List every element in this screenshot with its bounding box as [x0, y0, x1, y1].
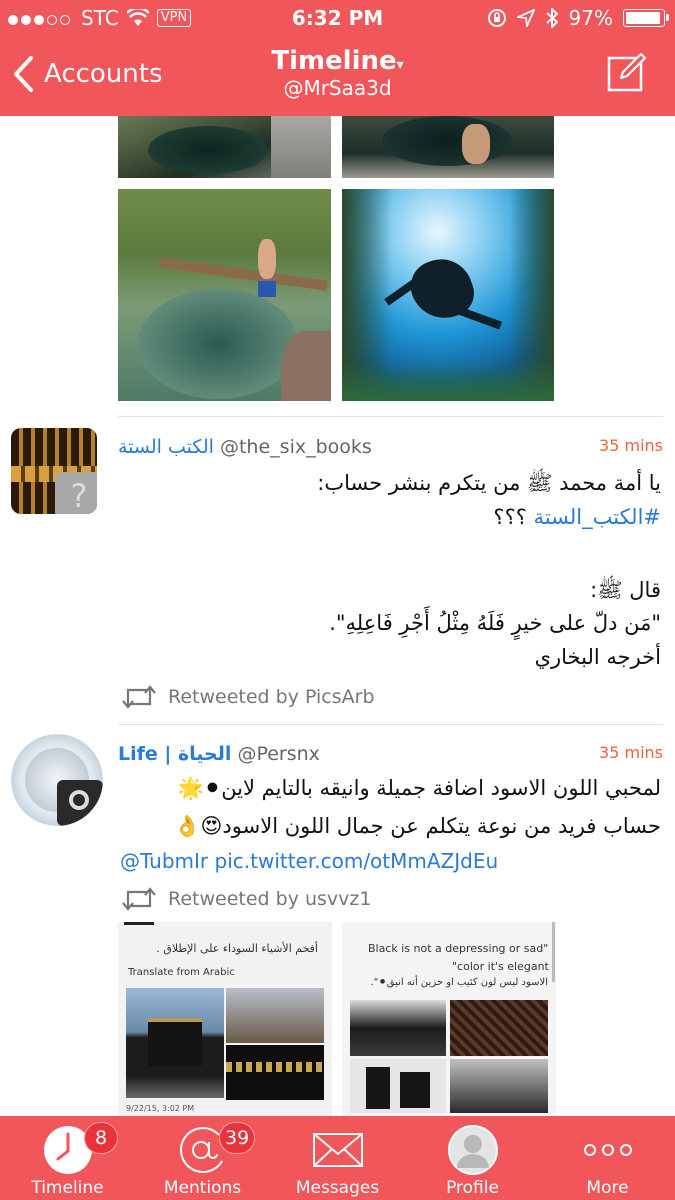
tab-timeline[interactable]: 8 Timeline — [0, 1116, 135, 1200]
user-handle: @Persnx — [237, 743, 320, 765]
tweet-author[interactable]: Life | الحياة @Persnx — [118, 743, 320, 765]
hashtag-suffix: ؟؟؟ — [493, 505, 534, 529]
question-badge-icon: ? — [55, 472, 97, 514]
retweet-icon — [122, 887, 156, 911]
tweet-photo[interactable]: Black is not a depressing or sad" "color… — [342, 922, 556, 1116]
envelope-icon — [312, 1133, 363, 1167]
retweet-info: Retweeted by PicsArb — [120, 684, 375, 710]
tweet-text-line: لمحبي اللون الاسود اضافة جميلة وانيقه با… — [177, 776, 661, 800]
tab-messages[interactable]: Messages — [270, 1116, 405, 1200]
tweet-link[interactable]: @TubmIr pic.twitter.com/otMmAZJdEu — [120, 849, 498, 873]
avatar[interactable]: ? — [11, 428, 97, 514]
tab-label: Messages — [295, 1178, 380, 1198]
mentions-badge: 39 — [219, 1122, 256, 1154]
rotation-lock-icon — [487, 9, 506, 27]
retweet-info: Retweeted by usvvz1 — [120, 886, 371, 912]
retweet-icon — [122, 685, 156, 709]
profile-avatar-icon — [447, 1125, 498, 1175]
tab-label: Timeline — [31, 1178, 104, 1198]
tab-bar: 8 Timeline 39 Mentions Messages Profile … — [0, 1116, 675, 1200]
tweet-divider — [118, 416, 663, 417]
location-icon — [516, 9, 535, 27]
tweet-time: 35 mins — [599, 743, 663, 762]
avatar[interactable] — [11, 734, 103, 826]
tweet-text-line: يا أمة محمد ﷺ من يتكرم بنشر حساب: — [317, 471, 661, 495]
app-header: STC VPN 6:32 PM 97% Accounts Timeline▾ @… — [0, 0, 675, 116]
compose-icon[interactable] — [607, 52, 647, 92]
display-name: Life | الحياة — [118, 743, 232, 765]
status-bar: STC VPN 6:32 PM 97% — [0, 6, 675, 34]
tab-more[interactable]: More — [540, 1116, 675, 1200]
tweet-divider — [118, 724, 663, 725]
tweet-photo[interactable]: أفخم الأشياء السوداء على الإطلاق . Trans… — [118, 922, 332, 1116]
user-handle: @the_six_books — [219, 436, 372, 458]
nav-title: Timeline — [271, 46, 397, 76]
retweeted-by: Retweeted by PicsArb — [168, 686, 375, 708]
more-dots-icon — [583, 1144, 632, 1156]
tab-label: More — [586, 1178, 629, 1198]
translate-link: Translate from Arabic — [128, 967, 235, 978]
head-gear-icon — [57, 780, 103, 826]
photo-date: 9/22/15, 3:02 PM — [126, 1104, 195, 1113]
hashtag-link[interactable]: #الكتب_الستة — [534, 505, 661, 529]
tweet-photo[interactable] — [342, 116, 554, 178]
tweet-photo[interactable] — [118, 189, 331, 401]
photo-caption-en: "color it's elegant — [452, 960, 549, 973]
display-name: الكتب الستة — [118, 436, 214, 458]
timeline-badge: 8 — [84, 1122, 118, 1154]
battery-percent: 97% — [568, 6, 613, 30]
tweet-text-line: "مَن دلّ على خيرٍ فَلَهُ مِثْلُ أَجْرِ ف… — [329, 611, 661, 635]
dropdown-arrow-icon: ▾ — [396, 57, 404, 73]
tab-label: Profile — [446, 1178, 499, 1198]
timeline-switcher[interactable]: Timeline▾ @MrSaa3d — [0, 46, 675, 100]
photo-caption-ar: الاسود ليس لون كئيب او حزين أنه انيق⚫". — [370, 977, 548, 988]
tweet-author[interactable]: الكتب الستة @the_six_books — [118, 436, 372, 458]
tweet-text-line: أخرجه البخاري — [534, 645, 661, 669]
tweet-photo[interactable] — [342, 189, 554, 401]
retweeted-by: Retweeted by usvvz1 — [168, 888, 372, 910]
photo-caption: أفخم الأشياء السوداء على الإطلاق . — [156, 942, 318, 955]
tweet-text-line: حساب فريد من نوعة يتكلم عن جمال اللون ال… — [174, 814, 661, 838]
photo-caption-en: Black is not a depressing or sad" — [368, 942, 549, 955]
nav-subtitle: @MrSaa3d — [283, 76, 392, 100]
tab-label: Mentions — [163, 1178, 242, 1198]
tab-mentions[interactable]: 39 Mentions — [135, 1116, 270, 1200]
tweet-time: 35 mins — [599, 436, 663, 455]
tweet-photo[interactable] — [118, 116, 331, 178]
bluetooth-icon — [545, 8, 558, 28]
tab-profile[interactable]: Profile — [405, 1116, 540, 1200]
battery-icon — [623, 9, 669, 27]
tweet-text-line: #الكتب_الستة ؟؟؟ — [493, 505, 661, 529]
tweet-text-line: قال ﷺ: — [590, 578, 661, 602]
